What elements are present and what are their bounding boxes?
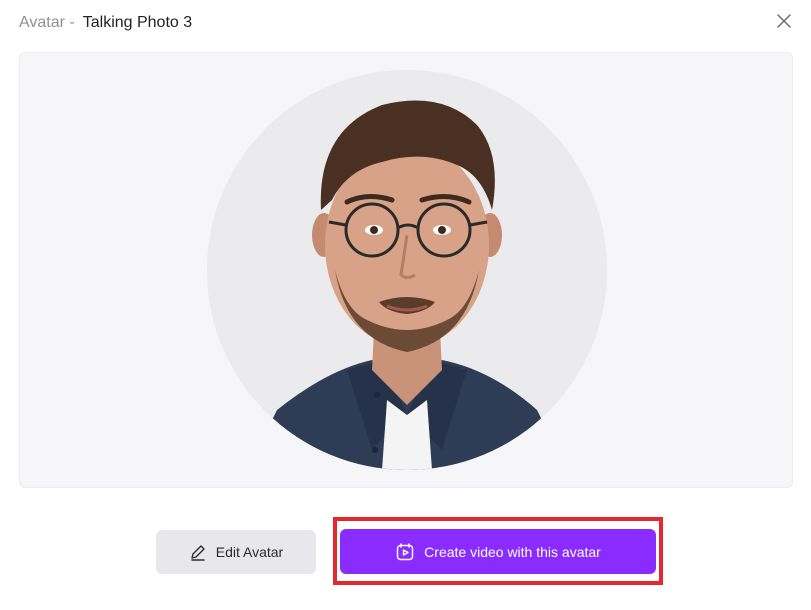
dialog-header: Avatar - Talking Photo 3 [19, 12, 192, 34]
avatar-image [207, 70, 607, 470]
avatar-dialog: Avatar - Talking Photo 3 Edit Avatar Cre… [0, 0, 811, 610]
close-icon [777, 14, 791, 28]
header-prefix: Avatar - [19, 14, 75, 31]
pencil-icon [191, 545, 205, 561]
close-button[interactable] [775, 12, 793, 30]
video-avatar-icon [396, 542, 414, 560]
edit-avatar-button[interactable]: Edit Avatar [156, 530, 316, 574]
avatar-preview [19, 52, 793, 488]
create-video-label: Create video with this avatar [424, 543, 601, 560]
edit-avatar-label: Edit Avatar [215, 544, 284, 560]
create-video-button[interactable]: Create video with this avatar [340, 529, 656, 574]
dialog-title: Talking Photo 3 [82, 14, 193, 31]
action-bar: Edit Avatar Create video with this avata… [0, 516, 811, 586]
